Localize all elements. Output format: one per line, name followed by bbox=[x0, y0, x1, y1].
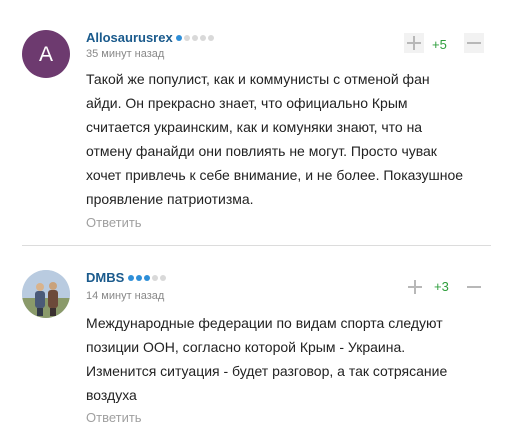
rating-dot bbox=[176, 35, 182, 41]
avatar-photo bbox=[22, 270, 70, 318]
downvote-button[interactable] bbox=[464, 277, 484, 297]
rating-dot bbox=[200, 35, 206, 41]
comment-text: Такой же популист, как и коммунисты с от… bbox=[86, 67, 494, 211]
comment: A Allosaurusrex 35 минут назад +5 Такой … bbox=[0, 0, 509, 245]
user-rating-dots bbox=[176, 35, 214, 41]
avatar[interactable]: A bbox=[22, 30, 70, 78]
rating-dot bbox=[144, 275, 150, 281]
reply-link[interactable]: Ответить bbox=[86, 215, 142, 230]
comment-line: хочет привлечь к себе внимание, и не бол… bbox=[86, 167, 464, 183]
comment-line: Международные федерации по видам спорта … bbox=[86, 315, 443, 331]
avatar-letter: A bbox=[38, 42, 53, 66]
comment-score: +3 bbox=[434, 279, 449, 294]
comment-author[interactable]: Allosaurusrex bbox=[86, 30, 173, 45]
plus-icon bbox=[408, 280, 422, 294]
comment-line: Изменится ситуация - будет разговор, а т… bbox=[86, 363, 448, 379]
downvote-button[interactable] bbox=[464, 33, 484, 53]
comment-time: 35 минут назад bbox=[86, 48, 165, 60]
rating-dot bbox=[208, 35, 214, 41]
comment-time: 14 минут назад bbox=[86, 290, 165, 302]
upvote-button[interactable] bbox=[405, 277, 425, 297]
user-rating-dots bbox=[128, 275, 166, 281]
comment: DMBS 14 минут назад +3 Международные фед… bbox=[0, 246, 509, 439]
comment-line: проявление патриотизма. bbox=[86, 191, 254, 207]
avatar[interactable] bbox=[22, 270, 70, 318]
rating-dot bbox=[152, 275, 158, 281]
minus-icon bbox=[467, 286, 481, 288]
rating-dot bbox=[160, 275, 166, 281]
comment-line: отмену фанайди они повлиять не могут. Пр… bbox=[86, 143, 437, 159]
plus-icon bbox=[407, 36, 421, 50]
reply-link[interactable]: Ответить bbox=[86, 410, 142, 425]
comment-line: воздуха bbox=[86, 387, 137, 403]
comment-author[interactable]: DMBS bbox=[86, 270, 124, 285]
minus-icon bbox=[467, 42, 481, 44]
comment-score: +5 bbox=[432, 37, 447, 52]
comment-line: айди. Он прекрасно знает, что официально… bbox=[86, 95, 408, 111]
rating-dot bbox=[128, 275, 134, 281]
comment-line: позиции ООН, согласно которой Крым - Укр… bbox=[86, 339, 406, 355]
comment-line: Такой же популист, как и коммунисты с от… bbox=[86, 71, 430, 87]
comment-text: Международные федерации по видам спорта … bbox=[86, 311, 494, 407]
rating-dot bbox=[192, 35, 198, 41]
upvote-button[interactable] bbox=[404, 33, 424, 53]
comment-line: считается украинским, как и комуняки зна… bbox=[86, 119, 423, 135]
rating-dot bbox=[136, 275, 142, 281]
rating-dot bbox=[184, 35, 190, 41]
